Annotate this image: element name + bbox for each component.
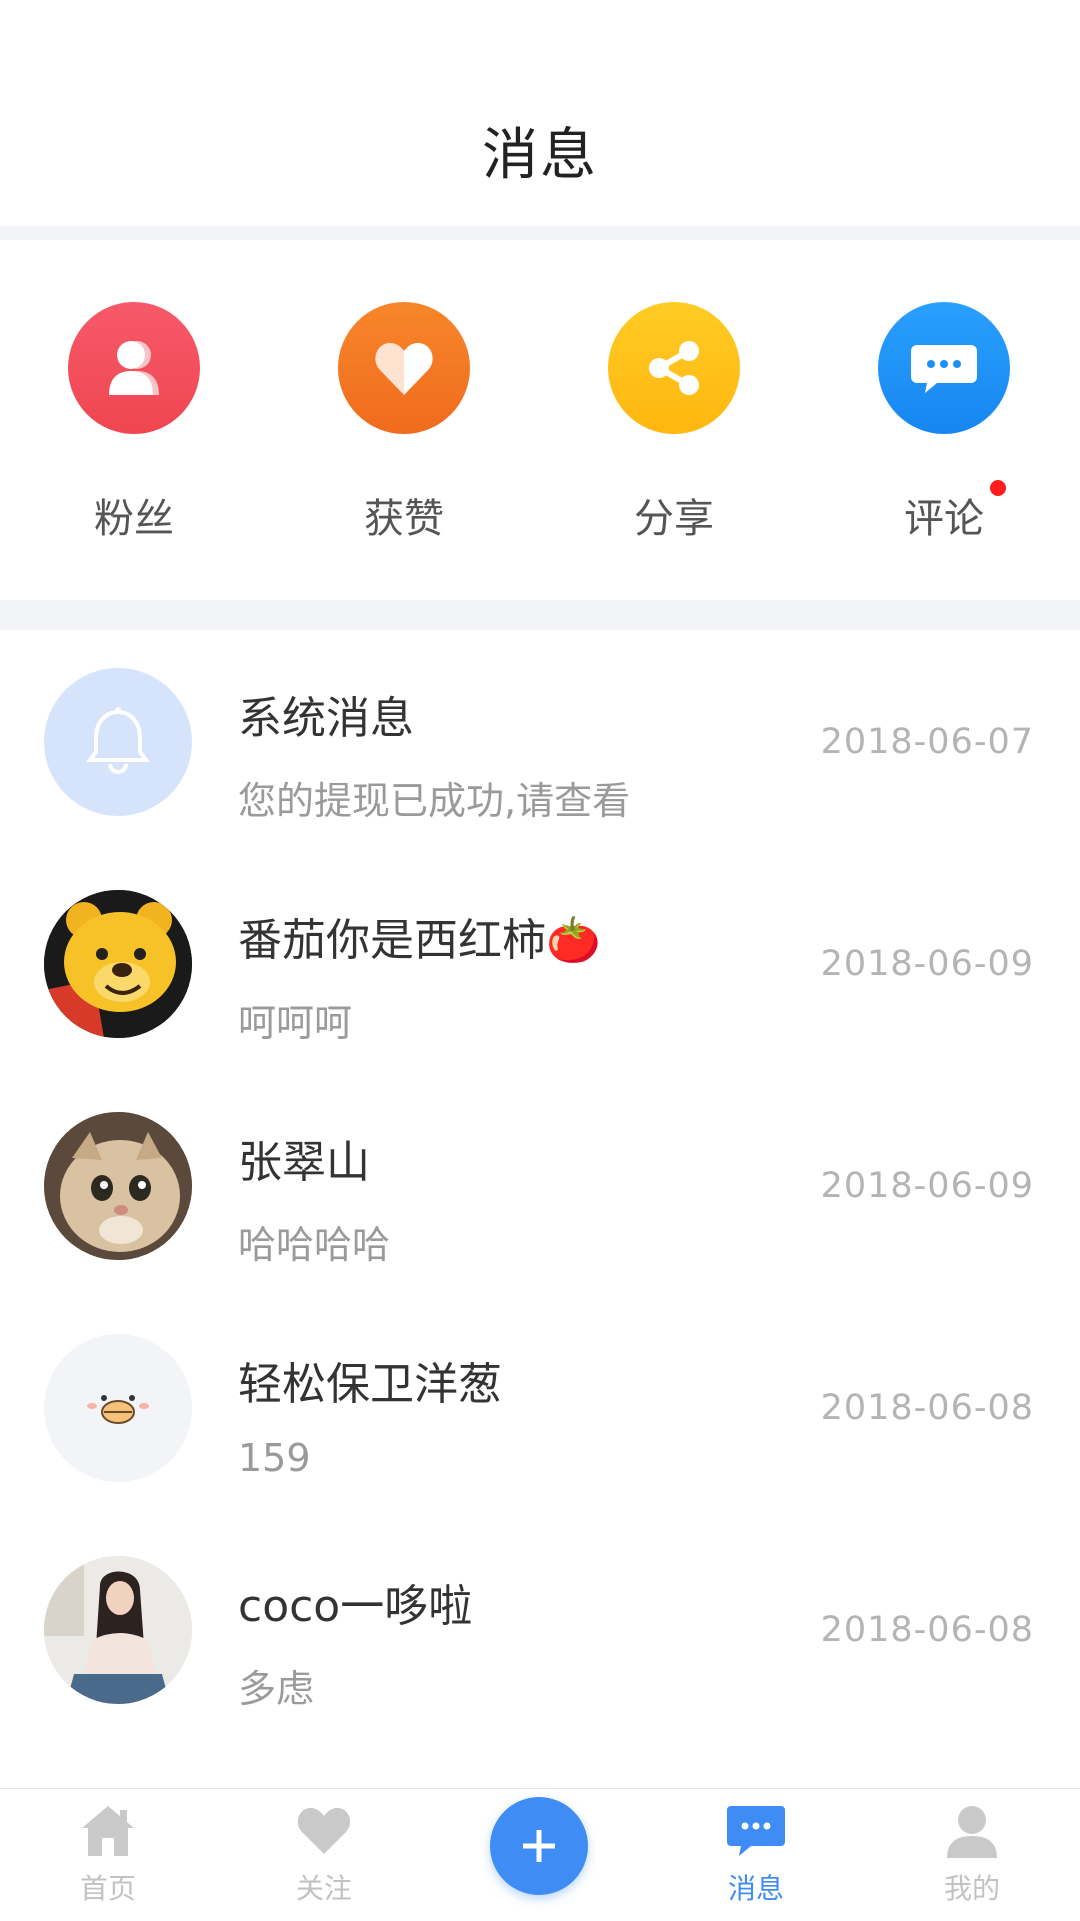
unread-dot	[990, 480, 1006, 496]
message-name: coco一哆啦	[238, 1581, 473, 1632]
message-row[interactable]: 轻松保卫洋葱 159 2018-06-08	[0, 1296, 1080, 1518]
message-row-system[interactable]: 系统消息 您的提现已成功,请查看 2018-06-07	[0, 630, 1080, 852]
share-icon	[608, 302, 740, 434]
message-row[interactable]: 番茄你是西红柿🍅 呵呵呵 2018-06-09	[0, 852, 1080, 1074]
bear-avatar	[44, 890, 192, 1038]
user-icon	[940, 1799, 1004, 1863]
message-preview: 159	[238, 1436, 311, 1480]
message-date: 2018-06-09	[820, 1166, 1034, 1206]
fans-icon	[68, 302, 200, 434]
quick-actions: 粉丝 获赞 分享 评论	[0, 240, 1080, 600]
tab-follow[interactable]: 关注	[254, 1799, 394, 1907]
cat-avatar	[44, 1112, 192, 1260]
message-preview: 您的提现已成功,请查看	[238, 779, 631, 823]
message-list: 系统消息 您的提现已成功,请查看 2018-06-07 番茄你是西红柿🍅 呵呵呵…	[0, 630, 1080, 1740]
tab-home[interactable]: 首页	[38, 1799, 178, 1907]
quick-action-label-text: 评论	[904, 496, 984, 542]
quick-action-label: 获赞	[364, 496, 444, 542]
message-name: 轻松保卫洋葱	[238, 1359, 502, 1410]
plus-icon	[523, 1830, 555, 1862]
quick-action-share[interactable]: 分享	[584, 302, 764, 544]
header: 消息	[0, 0, 1080, 226]
divider	[0, 226, 1080, 240]
message-name: 系统消息	[238, 693, 414, 744]
message-date: 2018-06-07	[820, 722, 1034, 762]
publish-button[interactable]	[490, 1797, 588, 1895]
message-date: 2018-06-09	[820, 944, 1034, 984]
message-name: 张翠山	[238, 1137, 370, 1188]
home-icon	[76, 1799, 140, 1863]
bell-icon	[44, 668, 192, 816]
message-row[interactable]: 张翠山 哈哈哈哈 2018-06-09	[0, 1074, 1080, 1296]
tab-label: 关注	[295, 1872, 352, 1905]
quick-action-label: 评论	[904, 480, 1006, 544]
divider	[0, 600, 1080, 630]
message-row[interactable]: coco一哆啦 多虑 2018-06-08	[0, 1518, 1080, 1740]
tab-me[interactable]: 我的	[902, 1799, 1042, 1907]
tab-messages[interactable]: 消息	[686, 1799, 826, 1907]
tab-label: 首页	[79, 1872, 136, 1905]
message-preview: 多虑	[238, 1667, 315, 1711]
message-date: 2018-06-08	[820, 1610, 1034, 1650]
heart-icon	[338, 302, 470, 434]
message-preview: 哈哈哈哈	[238, 1223, 391, 1267]
heart-icon	[292, 1799, 356, 1863]
tab-label: 我的	[943, 1872, 1000, 1905]
quick-action-fans[interactable]: 粉丝	[44, 302, 224, 544]
bottom-tab-bar: 首页 关注 消息 我的	[0, 1788, 1080, 1921]
girl-avatar	[44, 1556, 192, 1704]
page-title: 消息	[482, 123, 598, 188]
message-date: 2018-06-08	[820, 1388, 1034, 1428]
quick-action-comments[interactable]: 评论	[854, 302, 1034, 544]
message-name: 番茄你是西红柿🍅	[238, 915, 601, 966]
quick-action-likes[interactable]: 获赞	[314, 302, 494, 544]
comment-icon	[878, 302, 1010, 434]
quick-action-label: 粉丝	[94, 496, 174, 542]
message-icon	[724, 1799, 788, 1863]
chick-avatar	[44, 1334, 192, 1482]
message-preview: 呵呵呵	[238, 1001, 353, 1045]
tab-label: 消息	[727, 1872, 784, 1905]
quick-action-label: 分享	[634, 496, 714, 542]
